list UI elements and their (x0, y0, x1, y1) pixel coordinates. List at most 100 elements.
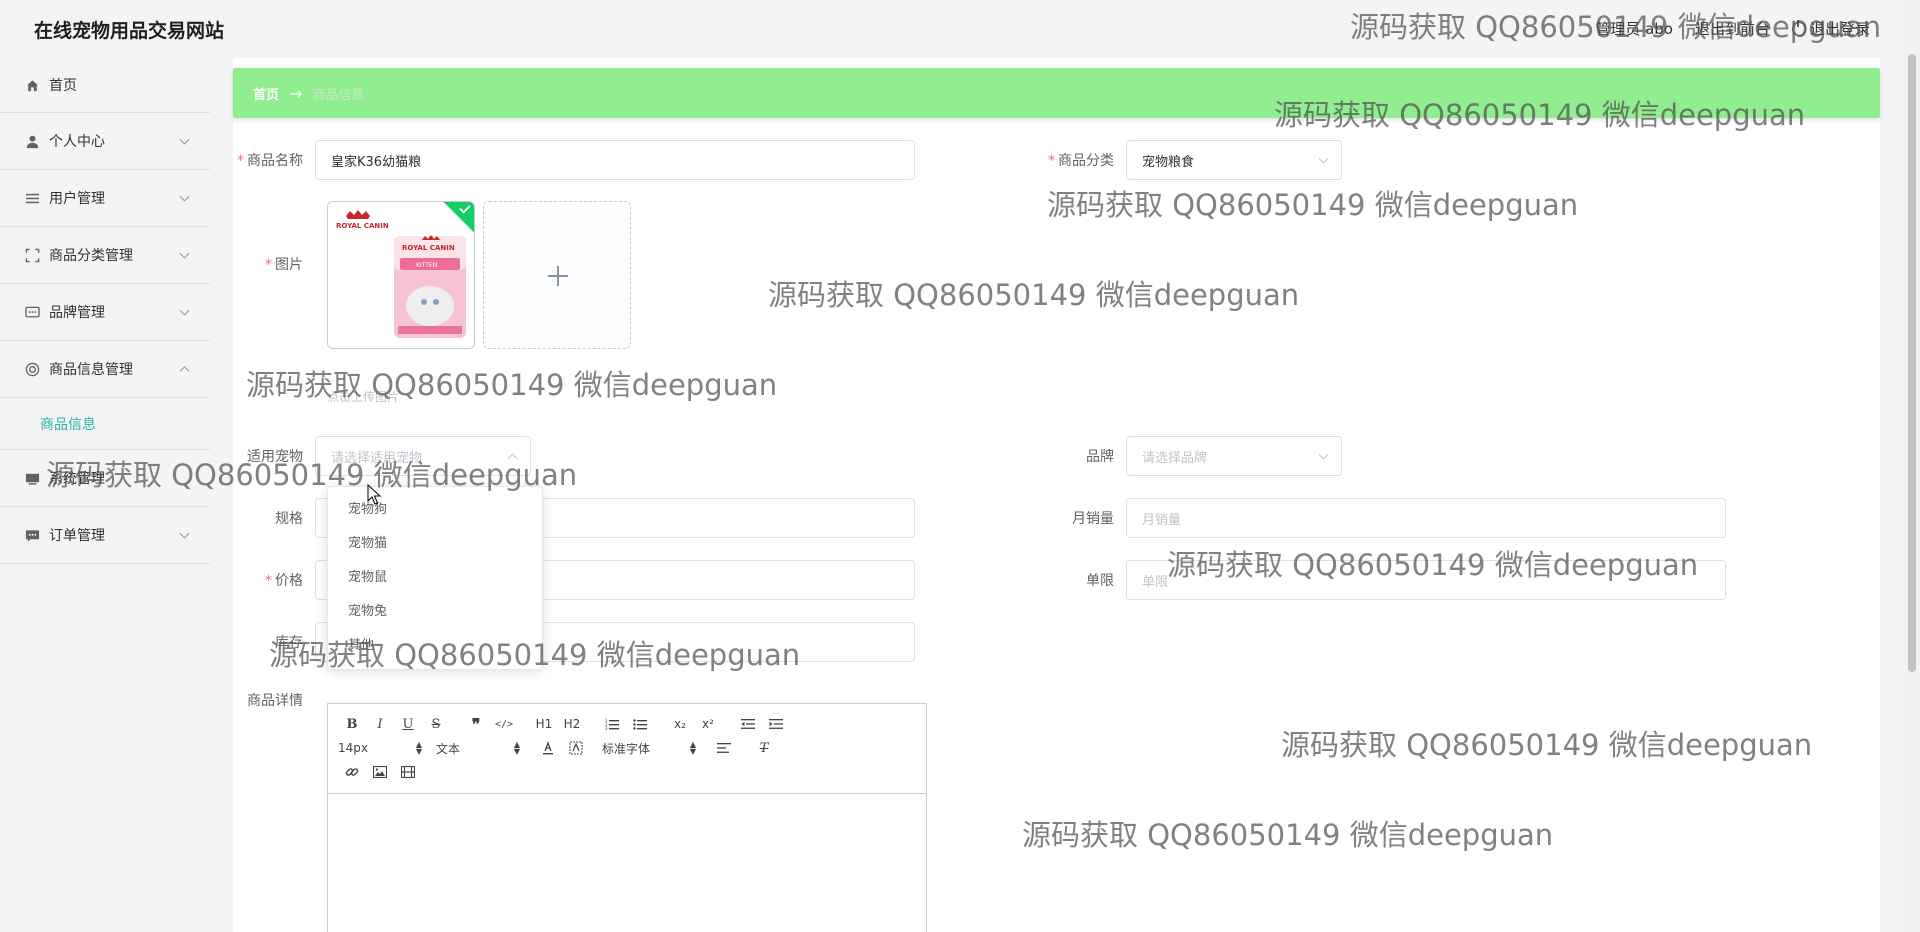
stock-label: 库存 (275, 635, 303, 651)
blockquote-button[interactable]: ❞ (462, 712, 490, 736)
svg-text:3: 3 (605, 726, 608, 730)
form-row-brand: 品牌 请选择品牌 (1044, 436, 1342, 476)
image-icon[interactable] (366, 760, 394, 784)
product-image: ROYAL CANIN ROYAL CANIN KITTEN (328, 202, 474, 348)
brand-select[interactable]: 请选择品牌 (1126, 436, 1342, 476)
sidebar-item-personal-center[interactable]: 个人中心 (0, 113, 210, 170)
bold-button[interactable]: B (338, 712, 366, 736)
form-row-name: * 商品名称 皇家K36幼猫粮 (233, 140, 915, 180)
mouse-cursor-icon (367, 483, 382, 510)
exit-to-frontend-link[interactable]: 退出到前台 (1695, 18, 1770, 39)
message-icon (24, 527, 40, 543)
outdent-icon[interactable] (734, 712, 762, 736)
spec-label: 规格 (275, 511, 303, 527)
limit-input[interactable]: 单限 (1126, 560, 1726, 600)
heading1-button[interactable]: H1 (530, 712, 558, 736)
monthly-sales-label: 月销量 (1072, 511, 1114, 527)
rich-text-editor: B I U S ❞ </> H1 H2 123 x₂ x² 14px ▲ ▼ 文… (327, 703, 927, 932)
logout-label: 退出登录 (1809, 20, 1870, 38)
pet-label: 适用宠物 (247, 449, 303, 465)
detail-label: 商品详情 (247, 693, 303, 709)
chevron-down-icon (179, 528, 190, 539)
svg-text:KITTEN: KITTEN (416, 262, 437, 269)
monthly-sales-input[interactable]: 月销量 (1126, 498, 1726, 538)
text-style-select[interactable]: 文本 ▲ ▼ (436, 736, 522, 760)
form-row-category: * 商品分类 宠物粮食 (1044, 140, 1342, 180)
updown-icon: ▲ ▼ (689, 740, 696, 756)
main-content: 首页 → 商品信息 * 商品名称 皇家K36幼猫粮 * 商品分类 宠物粮食 * 图片 … (233, 58, 1880, 932)
strikethrough-button[interactable]: S (422, 712, 450, 736)
dropdown-option[interactable]: 宠物狗 (328, 493, 542, 527)
sidebar-item-system[interactable]: 系统管理 (0, 450, 210, 507)
fullscreen-icon (24, 247, 40, 263)
price-label: * 价格 (265, 573, 303, 589)
pet-select-placeholder: 请选择适用宠物 (331, 450, 423, 466)
breadcrumb-home[interactable]: 首页 (253, 84, 279, 103)
help-icon (24, 361, 40, 377)
sidebar-item-label: 品牌管理 (49, 305, 105, 321)
indent-icon[interactable] (762, 712, 790, 736)
subscript-button[interactable]: x₂ (666, 712, 694, 736)
sidebar-item-label: 个人中心 (49, 134, 105, 150)
ordered-list-icon[interactable]: 123 (598, 712, 626, 736)
heading2-button[interactable]: H2 (558, 712, 586, 736)
upload-tip: 点击上传图片 (327, 390, 400, 404)
top-header: 在线宠物用品交易网站 管理员 abo 退出到前台 退出登录 (0, 0, 1920, 58)
uploaded-image-thumbnail[interactable]: ROYAL CANIN ROYAL CANIN KITTEN (327, 201, 475, 349)
background-color-icon[interactable] (562, 736, 590, 760)
italic-button[interactable]: I (366, 712, 394, 736)
sidebar-item-product-info[interactable]: 商品信息管理 (0, 341, 210, 398)
svg-text:ROYAL CANIN: ROYAL CANIN (336, 222, 389, 230)
dropdown-option[interactable]: 宠物兔 (328, 595, 542, 629)
brand-label: 品牌 (1086, 449, 1114, 465)
underline-button[interactable]: U (394, 712, 422, 736)
font-color-icon[interactable] (534, 736, 562, 760)
dropdown-option[interactable]: 宠物鼠 (328, 561, 542, 595)
chevron-up-icon (507, 453, 518, 464)
align-icon[interactable] (710, 736, 738, 760)
breadcrumb: 首页 → 商品信息 (233, 68, 1880, 118)
updown-icon: ▲ ▼ (513, 740, 520, 756)
chevron-up-icon (179, 366, 190, 377)
admin-label: 管理员 abo (1595, 20, 1673, 38)
sidebar-item-users[interactable]: 用户管理 (0, 170, 210, 227)
product-name-input[interactable]: 皇家K36幼猫粮 (315, 140, 915, 180)
limit-label: 单限 (1086, 573, 1114, 589)
clear-format-button[interactable]: T (750, 736, 778, 760)
pet-select[interactable]: 请选择适用宠物 (315, 436, 531, 476)
chevron-down-icon (1318, 449, 1329, 460)
font-size-select[interactable]: 14px ▲ ▼ (338, 736, 424, 760)
link-icon[interactable] (338, 760, 366, 784)
upload-add-button[interactable] (483, 201, 631, 349)
editor-content-area[interactable] (328, 794, 926, 932)
sidebar-item-brand[interactable]: 品牌管理 (0, 284, 210, 341)
page-scrollbar[interactable] (1904, 0, 1920, 932)
sidebar-item-orders[interactable]: 订单管理 (0, 507, 210, 564)
site-title: 在线宠物用品交易网站 (34, 20, 225, 42)
pet-dropdown-menu: 宠物狗 宠物猫 宠物鼠 宠物兔 其他 (327, 486, 543, 670)
brand-select-placeholder: 请选择品牌 (1142, 450, 1208, 466)
sidebar-item-label: 用户管理 (49, 191, 105, 207)
form-row-pet: 适用宠物 请选择适用宠物 (233, 436, 531, 476)
sidebar-item-home[interactable]: 首页 (0, 58, 210, 113)
dropdown-option[interactable]: 其他 (328, 629, 542, 663)
scrollbar-thumb[interactable] (1908, 54, 1916, 672)
home-icon (24, 77, 40, 93)
monitor-icon (24, 470, 40, 486)
logout-link[interactable]: 退出登录 (1791, 18, 1870, 39)
font-family-select[interactable]: 标准字体 ▲ ▼ (602, 736, 698, 760)
video-icon[interactable] (394, 760, 422, 784)
chevron-down-icon (179, 191, 190, 202)
sidebar-subitem-product-info[interactable]: 商品信息 (0, 398, 210, 450)
bullet-list-icon[interactable] (626, 712, 654, 736)
code-block-button[interactable]: </> (490, 712, 518, 736)
svg-text:ROYAL CANIN: ROYAL CANIN (402, 244, 455, 252)
dropdown-option[interactable]: 宠物猫 (328, 527, 542, 561)
sidebar-item-category[interactable]: 商品分类管理 (0, 227, 210, 284)
superscript-button[interactable]: x² (694, 712, 722, 736)
breadcrumb-current: 商品信息 (312, 87, 365, 103)
form-row-limit: 单限 单限 (1044, 560, 1726, 600)
category-select[interactable]: 宠物粮食 (1126, 140, 1342, 180)
category-selected-value: 宠物粮食 (1142, 154, 1195, 170)
sidebar-item-label: 订单管理 (49, 528, 105, 544)
